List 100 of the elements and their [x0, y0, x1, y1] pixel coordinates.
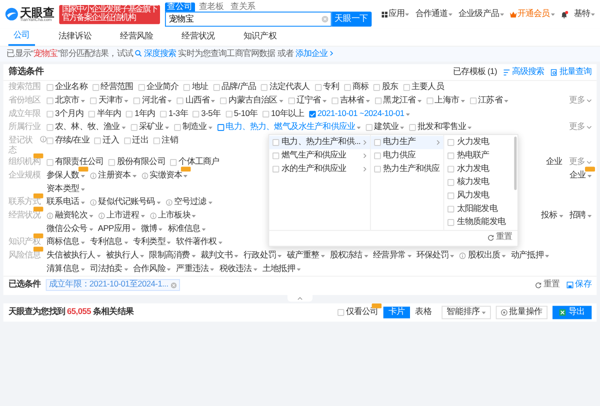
filter-option[interactable]: 内蒙古自治区 [220, 94, 284, 108]
dropdown-option[interactable]: 火力发电 [444, 136, 518, 150]
filter-option[interactable]: 辽宁省 [288, 94, 326, 108]
dropdown-option[interactable]: 电力、热力生产和供... [269, 136, 370, 150]
filter-option[interactable]: APP应用 [98, 222, 136, 236]
filter-option[interactable]: 破产重整 [286, 249, 325, 263]
checkbox[interactable] [331, 98, 338, 104]
filter-option[interactable]: 个体工商户 [170, 156, 220, 170]
filter-option[interactable]: 动产抵押 [511, 249, 550, 263]
filter-option[interactable]: 迁入 [94, 134, 119, 148]
checkbox[interactable] [88, 111, 96, 118]
filter-option[interactable]: 资本类型 [46, 182, 85, 196]
filter-option[interactable]: 招聘 [570, 209, 592, 223]
checkbox[interactable] [46, 98, 54, 104]
checkbox[interactable] [374, 84, 380, 91]
filter-option[interactable]: 空号过滤 [166, 196, 212, 210]
checkbox[interactable] [448, 139, 454, 146]
filter-option[interactable]: 司法拍卖 [90, 262, 128, 276]
checkbox[interactable] [448, 166, 454, 173]
filter-option[interactable]: 河北省 [134, 94, 172, 108]
dropdown-option[interactable]: 电力供应 [370, 149, 444, 163]
filter-option[interactable]: 专利 [314, 81, 340, 94]
filter-option[interactable]: 商标 [344, 81, 369, 94]
checkbox[interactable] [130, 124, 138, 131]
checkbox[interactable] [153, 138, 160, 144]
checkbox[interactable] [426, 98, 434, 104]
filter-option[interactable]: 股东 [374, 81, 398, 94]
view-toggle[interactable]: 表格 [410, 306, 437, 318]
filter-option[interactable]: 土地抵押 [262, 262, 301, 276]
checkbox[interactable] [338, 309, 344, 316]
checkbox[interactable] [272, 139, 280, 146]
checkbox[interactable] [220, 98, 228, 104]
filter-option[interactable]: 天津市 [90, 94, 129, 108]
checkbox[interactable] [192, 111, 200, 118]
filter-option[interactable]: 股份有限公司 [108, 156, 166, 170]
checkbox[interactable] [344, 84, 351, 91]
filter-option[interactable]: 2021-10-01 ~2024-10-01 [309, 108, 410, 121]
checkbox[interactable] [470, 98, 476, 104]
filter-option[interactable]: 存续/在业 [46, 134, 90, 148]
checkbox[interactable] [314, 84, 322, 91]
filter-option[interactable]: 被执行人 [106, 249, 144, 263]
checkbox[interactable] [46, 159, 54, 166]
checkbox[interactable] [260, 84, 268, 91]
dropdown-option[interactable]: 太阳能发电 [444, 202, 518, 216]
checkbox[interactable] [374, 152, 381, 160]
checkbox[interactable] [448, 206, 454, 213]
filter-option[interactable]: 电力、热力、燃气及水生产和供应业 [217, 121, 361, 134]
sort-button[interactable]: 智能排序 [442, 306, 491, 320]
filter-option[interactable]: 上市进程 [98, 209, 145, 223]
filter-option[interactable]: 建筑业 [366, 121, 404, 134]
search-tab[interactable]: 查老板 [196, 2, 226, 12]
bell-icon[interactable] [560, 10, 568, 18]
checkbox[interactable] [217, 124, 224, 131]
filter-option[interactable]: 半年内 [88, 108, 122, 121]
save-button[interactable]: 保存 [566, 280, 592, 290]
dropdown-option[interactable]: 生物质能发电 [444, 216, 518, 230]
filter-option[interactable]: 制造业 [174, 121, 212, 134]
filter-option[interactable]: 限制高消费 [149, 249, 196, 263]
filter-option[interactable]: 行政处罚 [244, 249, 282, 263]
filter-option[interactable]: 批发和零售业 [409, 121, 472, 134]
filter-option[interactable]: 北京市 [46, 94, 86, 108]
filter-option[interactable]: 疑似代记账号码 [90, 196, 161, 210]
filter-option[interactable]: 严重违法 [176, 262, 214, 276]
checkbox[interactable] [184, 84, 190, 91]
filter-option[interactable]: 农、林、牧、渔业 [46, 121, 126, 134]
add-company-link[interactable]: 添加企业 [296, 49, 334, 58]
checkbox[interactable] [272, 152, 280, 160]
export-button[interactable]: 导出 [552, 306, 592, 320]
scrollbar[interactable] [514, 136, 517, 190]
checkbox[interactable] [170, 159, 177, 166]
checkbox[interactable] [213, 84, 220, 91]
filter-option[interactable]: 专利类型 [133, 236, 172, 250]
batch-query-link[interactable]: 批量查询 [551, 67, 592, 78]
filter-option[interactable]: 企业简介 [138, 81, 179, 94]
checkbox[interactable] [94, 138, 102, 144]
tab[interactable]: 经营状况 [176, 28, 220, 46]
filter-option[interactable]: 微博 [140, 222, 163, 236]
filter-option[interactable]: 融资轮次 [46, 209, 94, 223]
filter-option[interactable]: 迁出 [124, 134, 148, 148]
checkbox[interactable] [272, 166, 280, 173]
filter-option[interactable]: 品牌/产品 [213, 81, 256, 94]
nav-link[interactable]: 合作通道 [415, 9, 453, 20]
nav-link[interactable]: 应用 [382, 9, 410, 20]
filter-option[interactable]: 经营异常 [373, 249, 412, 263]
tab[interactable]: 知识产权 [238, 28, 282, 46]
filter-option[interactable]: 注册资本 [90, 169, 136, 183]
filter-option[interactable]: 股权出质 [460, 249, 506, 263]
filter-option[interactable]: 有限责任公司 [46, 156, 104, 170]
checkbox[interactable] [90, 98, 97, 104]
filter-option[interactable]: 实缴资本 [141, 169, 188, 183]
filter-option[interactable]: 法定代表人 [260, 81, 310, 94]
checkbox[interactable] [46, 111, 54, 118]
dropdown-option[interactable]: 热力生产和供应 [370, 162, 444, 176]
filter-option[interactable]: 失信被执行人 [46, 249, 101, 263]
nav-link[interactable]: 企业级产品 [458, 9, 504, 20]
dropdown-option[interactable]: 燃气生产和供应业 [269, 149, 370, 163]
filter-option[interactable]: 裁判文书 [200, 249, 239, 263]
checkbox[interactable] [92, 84, 99, 91]
filter-option[interactable]: 山西省 [176, 94, 216, 108]
filter-option[interactable]: 商标信息 [46, 236, 85, 250]
